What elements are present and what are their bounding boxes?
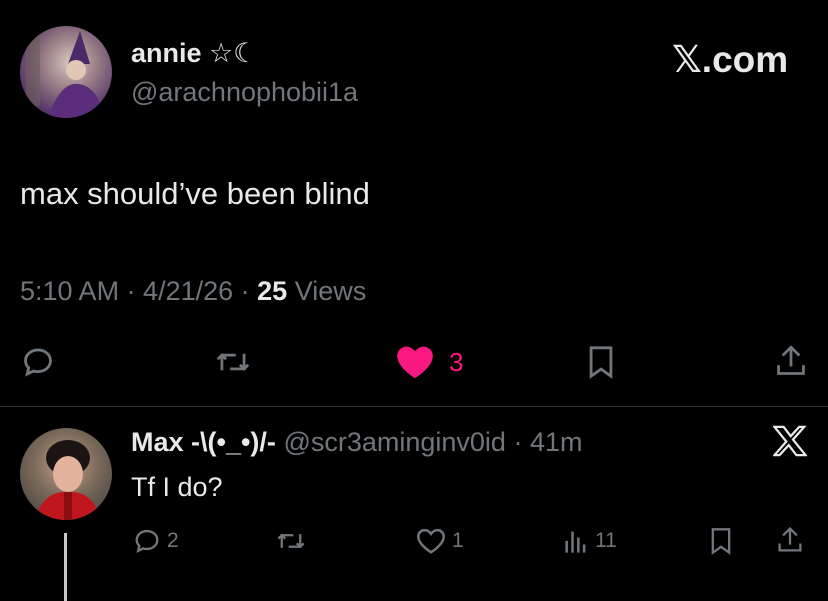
reply-reply-button[interactable]: 2 xyxy=(133,527,179,555)
reply-like-button[interactable]: 1 xyxy=(416,527,464,555)
repost-icon xyxy=(277,533,305,549)
reply-time[interactable]: · 41m xyxy=(513,427,582,457)
thread-line xyxy=(64,533,67,601)
heart-icon xyxy=(397,346,433,379)
bookmark-icon xyxy=(711,528,731,555)
reply-icon xyxy=(135,529,159,554)
post-meta: 5:10 AM · 4/21/26 · 25 Views xyxy=(20,276,366,307)
reply-author-name[interactable]: Max -\(•_•)/- xyxy=(131,427,276,457)
avatar-image xyxy=(26,31,104,118)
views-icon xyxy=(565,531,586,553)
divider xyxy=(0,406,828,407)
views-label: Views xyxy=(294,276,367,306)
avatar[interactable] xyxy=(20,26,112,118)
reply-author-handle[interactable]: @scr3aminginv0id xyxy=(283,427,506,457)
like-count: 3 xyxy=(449,346,464,377)
reply-icon xyxy=(24,348,52,377)
reply-reply-count: 2 xyxy=(167,529,179,552)
reply-share-button[interactable] xyxy=(776,525,804,555)
reply-avatar[interactable] xyxy=(20,428,112,520)
bookmark-icon xyxy=(589,346,613,379)
views-count: 25 xyxy=(257,276,288,306)
reply-text: Tf I do? xyxy=(131,472,223,502)
heart-icon xyxy=(416,528,446,554)
x-logo-icon[interactable] xyxy=(773,425,807,457)
author-handle[interactable]: @arachnophobii1a xyxy=(131,77,358,108)
reply-like-count: 1 xyxy=(452,529,464,552)
share-button[interactable] xyxy=(774,343,808,379)
brand-label: 𝕏.com xyxy=(672,39,789,80)
reply-button[interactable] xyxy=(21,345,55,379)
post-text: max should’ve been blind xyxy=(20,176,370,211)
reply-avatar-image xyxy=(34,440,102,520)
like-button[interactable]: 3 xyxy=(395,345,463,379)
reply-views-count: 11 xyxy=(595,529,617,552)
share-icon xyxy=(778,526,802,552)
bookmark-button[interactable] xyxy=(585,345,617,379)
repost-button[interactable] xyxy=(215,345,251,379)
reply-bookmark-button[interactable] xyxy=(708,527,734,555)
repost-icon xyxy=(216,353,250,371)
share-icon xyxy=(777,345,805,375)
reply-views-button[interactable]: 11 xyxy=(563,527,617,555)
author-name[interactable]: annie ☆☾ xyxy=(131,38,257,69)
reply-repost-button[interactable] xyxy=(276,527,306,555)
reply-header: Max -\(•_•)/- @scr3aminginv0id · 41m xyxy=(131,427,582,458)
post-timestamp[interactable]: 5:10 AM · 4/21/26 · xyxy=(20,276,250,306)
